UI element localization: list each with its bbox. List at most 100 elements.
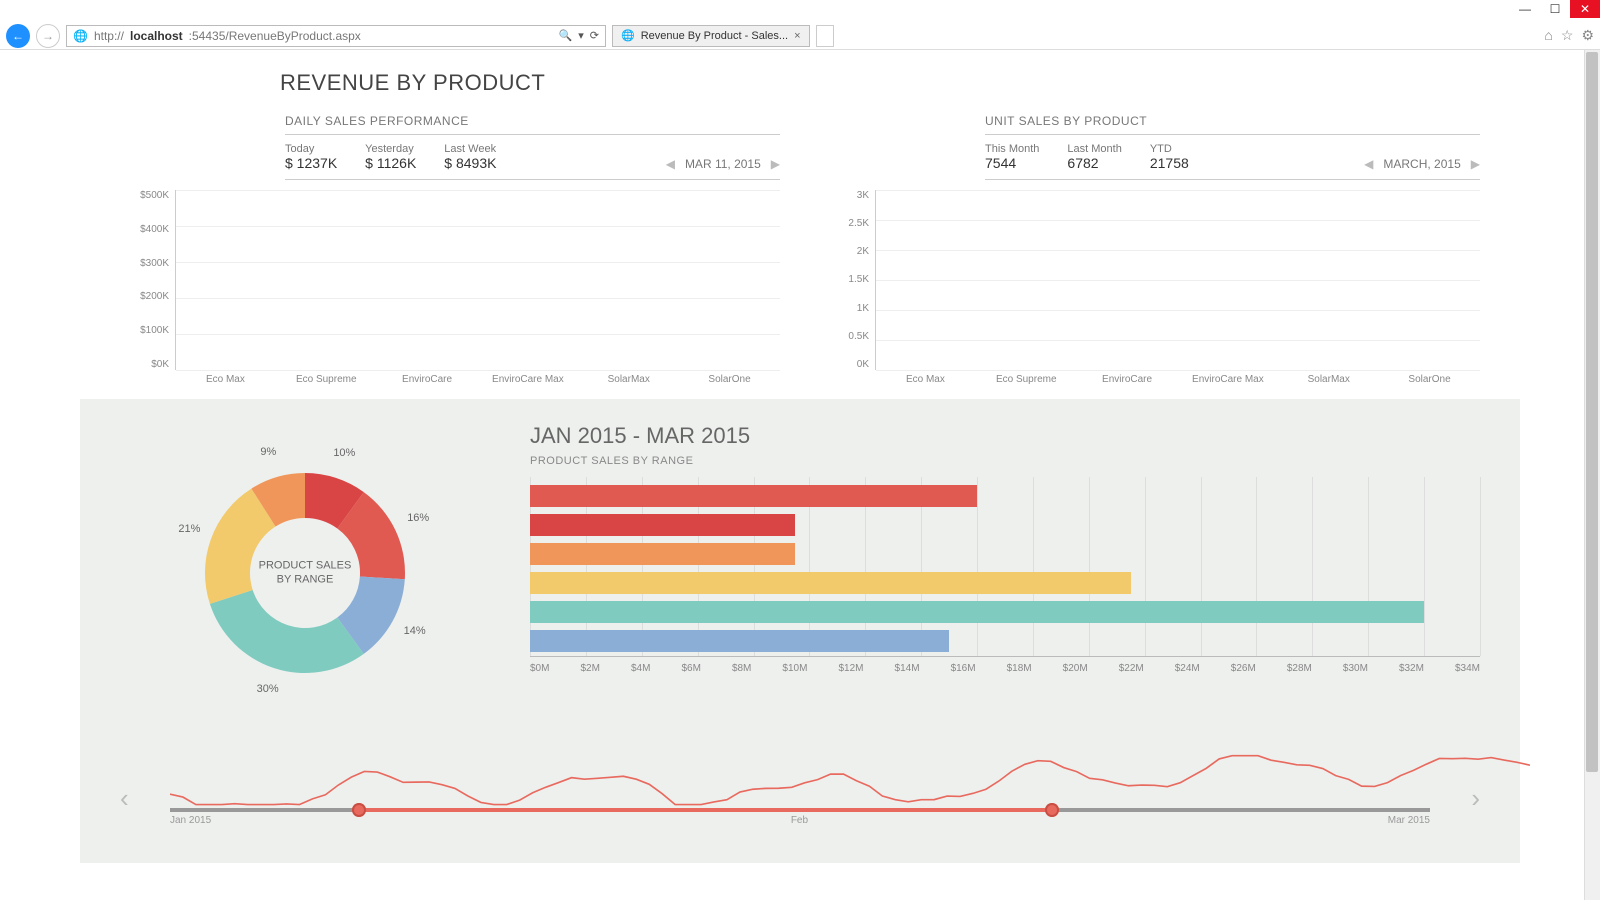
browser-toolbar: ← → 🌐 http:// localhost :54435/RevenueByPr… bbox=[0, 22, 1600, 50]
unit-metric-label-0: This Month bbox=[985, 143, 1039, 155]
x-axis-label: EnviroCare Max bbox=[1177, 370, 1278, 385]
back-button[interactable]: ← bbox=[6, 24, 30, 48]
hbar-x-label: $10M bbox=[782, 663, 807, 674]
x-axis-label: Eco Supreme bbox=[976, 370, 1077, 385]
hbar bbox=[530, 514, 795, 536]
daily-prev-button[interactable]: ◀ bbox=[666, 157, 675, 171]
page-viewport: REVENUE BY PRODUCT DAILY SALES PERFORMAN… bbox=[0, 50, 1600, 900]
window-maximize-button[interactable]: ☐ bbox=[1540, 0, 1570, 18]
browser-tab[interactable]: 🌐 Revenue By Product - Sales... × bbox=[612, 25, 810, 47]
donut-slice bbox=[210, 590, 364, 673]
daily-sales-chart: $500K$400K$300K$200K$100K$0K bbox=[120, 180, 780, 370]
vertical-scrollbar[interactable] bbox=[1584, 50, 1600, 900]
range-bars-panel: JAN 2015 - MAR 2015 PRODUCT SALES BY RAN… bbox=[530, 423, 1480, 723]
hbar bbox=[530, 630, 949, 652]
favorites-icon[interactable]: ☆ bbox=[1561, 27, 1574, 44]
range-title: JAN 2015 - MAR 2015 bbox=[530, 423, 1480, 449]
window-close-button[interactable]: ✕ bbox=[1570, 0, 1600, 18]
unit-prev-button[interactable]: ◀ bbox=[1364, 157, 1373, 171]
x-axis-label: EnviroCare bbox=[1077, 370, 1178, 385]
unit-metric-value-2: 21758 bbox=[1150, 155, 1189, 171]
unit-next-button[interactable]: ▶ bbox=[1471, 157, 1480, 171]
hbar bbox=[530, 543, 795, 565]
page-title: REVENUE BY PRODUCT bbox=[280, 70, 1520, 96]
timeline-labels: Jan 2015 Feb Mar 2015 bbox=[170, 815, 1430, 826]
unit-sales-panel: UNIT SALES BY PRODUCT This Month7544 Las… bbox=[820, 106, 1480, 385]
timeline-track[interactable] bbox=[170, 808, 1430, 812]
search-dropdown-icon[interactable]: ▾ bbox=[578, 29, 584, 42]
daily-next-button[interactable]: ▶ bbox=[771, 157, 780, 171]
x-axis-label: Eco Max bbox=[875, 370, 976, 385]
refresh-icon[interactable]: ⟳ bbox=[590, 29, 599, 42]
hbar-x-label: $12M bbox=[838, 663, 863, 674]
unit-sales-title: UNIT SALES BY PRODUCT bbox=[985, 114, 1480, 128]
timeline-selection bbox=[359, 808, 1052, 812]
hbar-x-label: $34M bbox=[1455, 663, 1480, 674]
daily-metric-value-2: $ 8493K bbox=[444, 155, 496, 171]
hbar bbox=[530, 572, 1131, 594]
hbar-x-label: $26M bbox=[1231, 663, 1256, 674]
donut-center-label: PRODUCT SALES BY RANGE bbox=[259, 559, 352, 588]
timeline-label-1: Feb bbox=[791, 815, 808, 826]
unit-sales-chart: 3K2.5K2K1.5K1K0.5K0K bbox=[820, 180, 1480, 370]
x-axis-label: SolarOne bbox=[679, 370, 780, 385]
x-axis-label: SolarMax bbox=[1278, 370, 1379, 385]
unit-metric-label-2: YTD bbox=[1150, 143, 1189, 155]
hbar-x-label: $32M bbox=[1399, 663, 1424, 674]
hbar-x-label: $22M bbox=[1119, 663, 1144, 674]
hbar-x-label: $20M bbox=[1063, 663, 1088, 674]
home-icon[interactable]: ⌂ bbox=[1544, 27, 1552, 44]
donut-slice-label: 30% bbox=[257, 683, 279, 695]
timeline-label-0: Jan 2015 bbox=[170, 815, 211, 826]
x-axis-label: SolarOne bbox=[1379, 370, 1480, 385]
donut-slice-label: 14% bbox=[404, 625, 426, 637]
range-section: PRODUCT SALES BY RANGE 10%16%14%30%21%9%… bbox=[80, 399, 1520, 863]
timeline-prev-button[interactable]: ‹ bbox=[120, 783, 129, 814]
tools-icon[interactable]: ⚙ bbox=[1581, 27, 1594, 44]
timeline: ‹ › Jan 2015 Feb Mar 2015 bbox=[120, 743, 1480, 853]
x-axis-label: EnviroCare Max bbox=[477, 370, 578, 385]
url-host: localhost bbox=[130, 29, 183, 43]
scrollbar-thumb[interactable] bbox=[1586, 52, 1598, 772]
unit-date-label: MARCH, 2015 bbox=[1383, 157, 1460, 171]
x-axis-label: SolarMax bbox=[578, 370, 679, 385]
new-tab-button[interactable] bbox=[816, 25, 834, 47]
hbar-x-label: $2M bbox=[580, 663, 599, 674]
window-titlebar: — ☐ ✕ bbox=[0, 0, 1600, 22]
address-bar[interactable]: 🌐 http:// localhost :54435/RevenueByProduc… bbox=[66, 25, 606, 47]
daily-metric-value-0: $ 1237K bbox=[285, 155, 337, 171]
hbar bbox=[530, 485, 977, 507]
hbar-x-label: $24M bbox=[1175, 663, 1200, 674]
daily-metric-value-1: $ 1126K bbox=[365, 155, 416, 171]
window-minimize-button[interactable]: — bbox=[1510, 0, 1540, 18]
donut-slice-label: 10% bbox=[333, 447, 355, 459]
unit-metric-value-1: 6782 bbox=[1067, 155, 1121, 171]
hbar-x-label: $28M bbox=[1287, 663, 1312, 674]
hbar-x-label: $8M bbox=[732, 663, 751, 674]
hbar-x-label: $6M bbox=[681, 663, 700, 674]
hbar-x-label: $0M bbox=[530, 663, 549, 674]
url-prefix: http:// bbox=[94, 29, 124, 43]
hbar-x-label: $14M bbox=[895, 663, 920, 674]
url-rest: :54435/RevenueByProduct.aspx bbox=[189, 29, 361, 43]
x-axis-label: EnviroCare bbox=[377, 370, 478, 385]
unit-metric-label-1: Last Month bbox=[1067, 143, 1121, 155]
sparkline bbox=[170, 756, 1530, 805]
donut-slice-label: 9% bbox=[260, 446, 276, 458]
search-icon[interactable]: 🔍 bbox=[559, 29, 573, 42]
ie-icon: 🌐 bbox=[73, 29, 88, 43]
daily-sales-title: DAILY SALES PERFORMANCE bbox=[285, 114, 780, 128]
tab-favicon-icon: 🌐 bbox=[621, 29, 635, 42]
hbar-x-label: $16M bbox=[951, 663, 976, 674]
tab-close-button[interactable]: × bbox=[794, 30, 800, 42]
hbar-x-label: $30M bbox=[1343, 663, 1368, 674]
daily-metric-label-1: Yesterday bbox=[365, 143, 416, 155]
donut-center-l2: BY RANGE bbox=[277, 574, 334, 586]
range-bars-chart bbox=[530, 477, 1480, 657]
tab-title: Revenue By Product - Sales... bbox=[641, 30, 788, 42]
range-donut-chart: PRODUCT SALES BY RANGE 10%16%14%30%21%9% bbox=[120, 423, 490, 723]
donut-slice-label: 21% bbox=[178, 523, 200, 535]
hbar-x-label: $4M bbox=[631, 663, 650, 674]
daily-metric-label-0: Today bbox=[285, 143, 337, 155]
forward-button[interactable]: → bbox=[36, 24, 60, 48]
